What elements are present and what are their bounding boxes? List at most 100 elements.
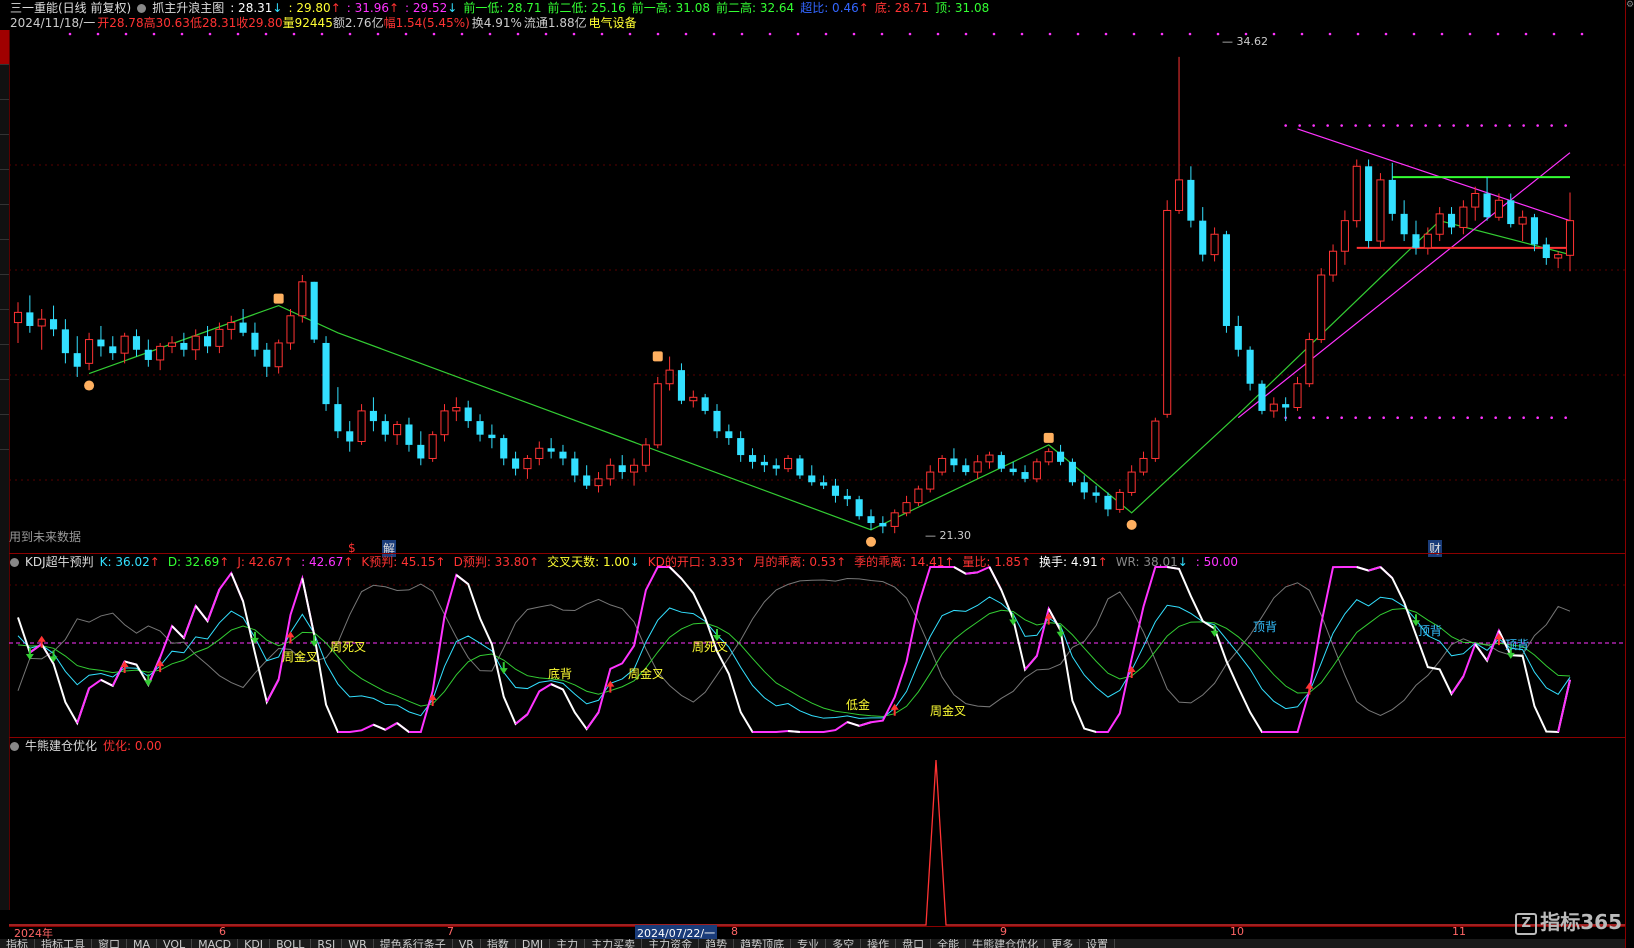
kdj-value-arrow: ↑: [219, 555, 230, 569]
dot-marker: [68, 32, 72, 36]
indicator-tab[interactable]: 主力买卖: [585, 939, 643, 948]
candle-body: [464, 407, 472, 422]
right-scrollbar[interactable]: [1625, 0, 1634, 948]
candle-body: [973, 461, 982, 473]
candle-body: [1305, 339, 1314, 385]
kdj-value-arrow: ↑: [1020, 555, 1032, 569]
dot-marker: [1440, 32, 1444, 36]
indicator-tab[interactable]: BOLL: [270, 939, 312, 948]
dot-marker: [404, 32, 408, 36]
kdj-value-item: K: 36.02↑: [100, 555, 160, 569]
indicator-tab[interactable]: 牛熊建仓优化: [966, 939, 1046, 948]
candle-body: [1376, 179, 1385, 242]
j-line: [171, 605, 197, 640]
dot-marker: [656, 32, 660, 36]
candle-body: [1258, 383, 1266, 411]
death-cross-arrow: [499, 662, 508, 675]
dot-marker: [1104, 32, 1108, 36]
candle-body: [796, 458, 804, 476]
kdj-title[interactable]: KDJ超牛预判: [25, 555, 94, 569]
candle-body: [1068, 461, 1076, 483]
dot-marker: [572, 32, 576, 36]
indicator-tab[interactable]: 主力: [550, 939, 586, 948]
kdj-toggle-icon[interactable]: [10, 558, 19, 567]
candle-body: [251, 332, 259, 350]
dot-marker: [1132, 32, 1136, 36]
candle-body: [1199, 220, 1207, 255]
dot-marker: [1552, 32, 1556, 36]
buy-hand-icon: [84, 380, 95, 391]
indicator-tab[interactable]: 主力资金: [642, 939, 700, 948]
candle-body: [1151, 420, 1160, 459]
dot-marker: [1272, 32, 1276, 36]
candle-body: [535, 447, 544, 459]
indicator-tab[interactable]: MACD: [192, 939, 239, 948]
indicator-tab[interactable]: 提色系行条子: [374, 939, 453, 948]
date-label: 10: [1230, 925, 1244, 938]
dot-marker: [1424, 124, 1427, 127]
indicator-tab[interactable]: 趋势顶底: [734, 939, 792, 948]
indicator-tab[interactable]: 指标工具: [35, 939, 92, 948]
indicator-tab[interactable]: 全能: [931, 939, 967, 948]
candle-body: [322, 342, 330, 405]
candle-body: [867, 516, 875, 524]
kdj-value-arrow: ↑: [149, 555, 160, 569]
candle-body: [725, 431, 733, 439]
kdj-signal-label: 周死叉: [330, 640, 367, 654]
price-chart[interactable]: [0, 0, 1634, 948]
j-line: [100, 661, 126, 688]
indicator-tab[interactable]: WR: [342, 939, 374, 948]
candle-body: [890, 512, 899, 527]
death-cross-arrow: [1009, 613, 1018, 626]
indicator-tab[interactable]: 指数: [481, 939, 516, 948]
candle-body: [428, 434, 437, 459]
indicator-tab[interactable]: KDJ: [238, 939, 271, 948]
indicator-tab[interactable]: 设置: [1080, 939, 1116, 948]
candle-body: [820, 482, 828, 486]
bull-title[interactable]: 牛熊建仓优化: [25, 739, 97, 753]
indicator-tab[interactable]: VOL: [157, 939, 193, 948]
indicator-tab[interactable]: MA: [127, 939, 158, 948]
bull-line: [9, 759, 1625, 926]
candle-body: [618, 465, 626, 473]
magenta-trend-line: [1237, 152, 1571, 419]
kdj-signal-label: 周金叉: [282, 650, 319, 664]
dot-marker: [1438, 416, 1441, 419]
indicator-tab[interactable]: RSI: [311, 939, 343, 948]
indicator-tab[interactable]: 操作: [861, 939, 897, 948]
gear-icon[interactable]: ⚙: [1626, 0, 1634, 10]
indicator-tab[interactable]: 指标: [0, 939, 35, 948]
candle-body: [227, 322, 236, 330]
indicator-tab[interactable]: DMI: [516, 939, 551, 948]
kdj-value-text: K预判: 45.15: [361, 555, 436, 569]
kdj-signal-label: 周金叉: [930, 704, 967, 718]
indicator-tab[interactable]: 盘口: [896, 939, 932, 948]
candle-body: [559, 451, 567, 459]
bull-toggle-icon[interactable]: [10, 742, 19, 751]
candle-body: [1293, 383, 1302, 409]
candle-body: [13, 311, 23, 324]
kdj-value-text: 交叉天数: 1.00: [547, 555, 630, 569]
death-cross-arrow: [1056, 625, 1065, 638]
indicator-tab[interactable]: 窗口: [92, 939, 127, 948]
indicator-tab[interactable]: 更多: [1045, 939, 1081, 948]
dot-marker: [1496, 32, 1500, 36]
j-line: [1096, 566, 1180, 733]
magenta-trend-line: [1297, 128, 1571, 222]
candle-body: [1104, 495, 1112, 510]
dot-marker: [376, 32, 380, 36]
dot-marker: [600, 32, 604, 36]
candle-body: [1317, 274, 1326, 341]
candle-body: [1032, 461, 1041, 480]
indicator-tab[interactable]: VR: [453, 939, 481, 948]
kdj-value-text: 量比: 1.85: [962, 555, 1021, 569]
indicator-tab[interactable]: 多空: [826, 939, 862, 948]
j-line: [1368, 565, 1393, 579]
dot-marker: [1312, 124, 1315, 127]
dot-marker: [1438, 124, 1441, 127]
indicator-tab[interactable]: 专业: [791, 939, 827, 948]
indicator-tab[interactable]: 趋势: [699, 939, 735, 948]
candle-body: [97, 339, 105, 347]
candle-body: [476, 421, 484, 435]
d-line: [17, 607, 1571, 717]
